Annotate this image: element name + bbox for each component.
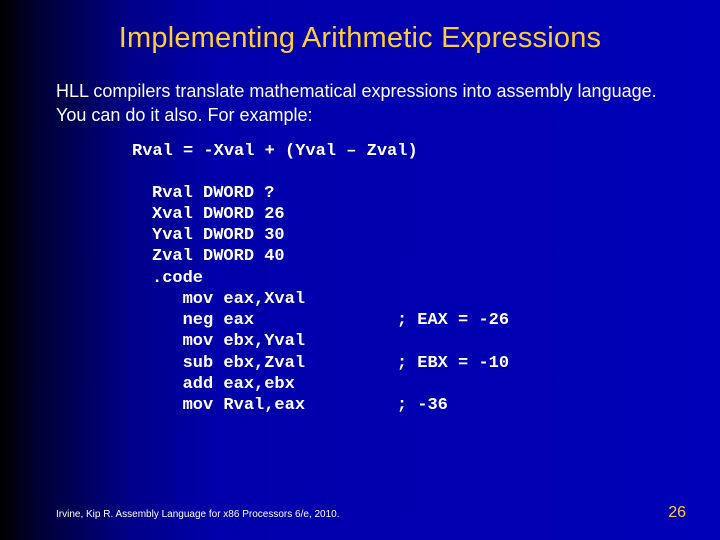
slide: Implementing Arithmetic Expressions HLL … [0,0,720,540]
expression-line: Rval = -Xval + (Yval – Zval) [0,128,720,161]
footer-citation: Irvine, Kip R. Assembly Language for x86… [56,509,340,520]
assembly-code: Rval DWORD ? Xval DWORD 26 Yval DWORD 30… [0,161,720,417]
page-number: 26 [668,504,686,522]
slide-title: Implementing Arithmetic Expressions [0,0,720,67]
slide-body-text: HLL compilers translate mathematical exp… [0,67,720,128]
